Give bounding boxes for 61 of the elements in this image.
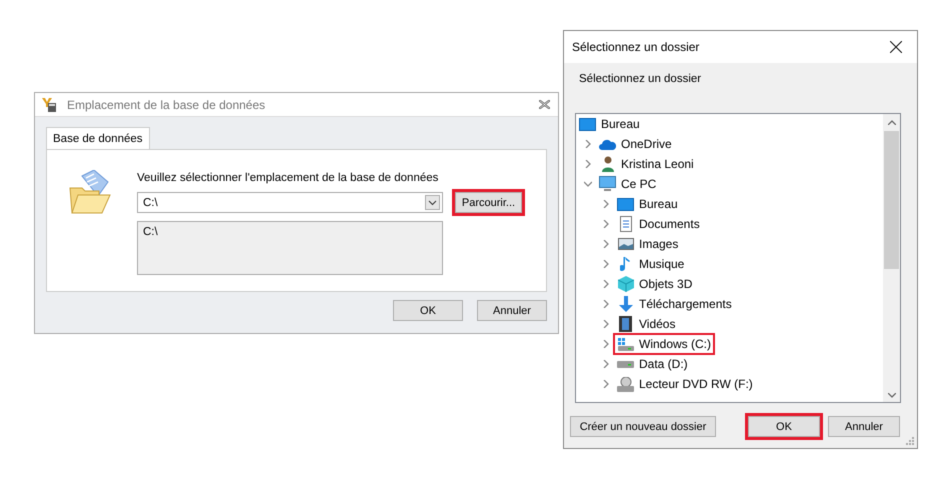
cube-icon	[618, 276, 634, 292]
app-icon	[41, 96, 57, 112]
database-tab[interactable]: Base de données	[46, 127, 150, 149]
tree-item[interactable]: Kristina Leoni	[597, 155, 696, 173]
new-folder-button[interactable]: Créer un nouveau dossier	[570, 416, 716, 437]
resize-grip-icon[interactable]	[905, 436, 914, 445]
document-icon	[620, 216, 632, 232]
expand-chevron-icon[interactable]	[602, 320, 610, 328]
drive-icon	[617, 360, 634, 368]
computer-icon	[599, 176, 616, 192]
desktop-icon	[579, 118, 596, 130]
tree-item[interactable]: Documents	[615, 215, 702, 233]
tree-item[interactable]: Objets 3D	[615, 275, 694, 293]
tree-item[interactable]: Ce PC	[597, 175, 658, 193]
scrollbar[interactable]	[883, 114, 900, 402]
expand-chevron-icon[interactable]	[602, 200, 610, 208]
expand-chevron-icon[interactable]	[602, 300, 610, 308]
desktop-icon	[617, 198, 634, 210]
tree-item[interactable]: Vidéos	[615, 315, 678, 333]
expand-chevron-icon[interactable]	[602, 340, 610, 348]
expand-chevron-icon[interactable]	[602, 240, 610, 248]
cancel-button[interactable]: Annuler	[477, 300, 547, 321]
download-arrow-icon	[618, 296, 632, 312]
expand-chevron-icon[interactable]	[584, 160, 592, 168]
window-title: Sélectionnez un dossier	[572, 40, 700, 54]
expand-chevron-icon[interactable]	[602, 360, 610, 368]
prompt-text: Veuillez sélectionner l'emplacement de la base de données	[137, 172, 440, 184]
path-dropdown[interactable]: C:\	[137, 192, 443, 213]
ok-button[interactable]: OK	[393, 300, 463, 321]
expand-chevron-icon[interactable]	[584, 140, 592, 148]
expand-chevron-icon[interactable]	[602, 220, 610, 228]
film-icon	[619, 316, 632, 332]
picture-icon	[618, 238, 634, 250]
tree-item[interactable]: Windows (C:)	[615, 335, 714, 353]
cloud-icon	[599, 138, 616, 150]
window-title: Emplacement de la base de données	[67, 98, 266, 112]
close-icon[interactable]	[890, 41, 902, 53]
tree-item[interactable]: Musique	[615, 255, 686, 273]
tree-item[interactable]: OneDrive	[597, 135, 674, 153]
path-preview: C:\	[137, 221, 443, 275]
scroll-thumb[interactable]	[884, 131, 899, 269]
expand-chevron-icon[interactable]	[602, 260, 610, 268]
tree-item[interactable]: Lecteur DVD RW (F:)	[615, 375, 755, 393]
scroll-up-icon[interactable]	[888, 120, 896, 125]
tree-item[interactable]: Data (D:)	[615, 355, 690, 373]
expand-chevron-icon[interactable]	[602, 380, 610, 388]
tree-item[interactable]: Téléchargements	[615, 295, 734, 313]
collapse-chevron-icon[interactable]	[584, 180, 592, 188]
browse-button[interactable]: Parcourir...	[455, 192, 522, 213]
tree-item[interactable]: Bureau	[577, 115, 642, 133]
tree-item[interactable]: Images	[615, 235, 680, 253]
scroll-down-icon[interactable]	[888, 393, 896, 398]
music-note-icon	[620, 256, 632, 272]
tree-item[interactable]: Bureau	[615, 195, 680, 213]
cancel-button[interactable]: Annuler	[828, 416, 900, 437]
user-icon	[602, 156, 614, 172]
ok-button[interactable]: OK	[748, 416, 820, 437]
expand-chevron-icon[interactable]	[602, 280, 610, 288]
system-drive-icon	[617, 338, 634, 350]
optical-drive-icon	[617, 376, 634, 392]
prompt-text: Sélectionnez un dossier	[578, 72, 702, 87]
